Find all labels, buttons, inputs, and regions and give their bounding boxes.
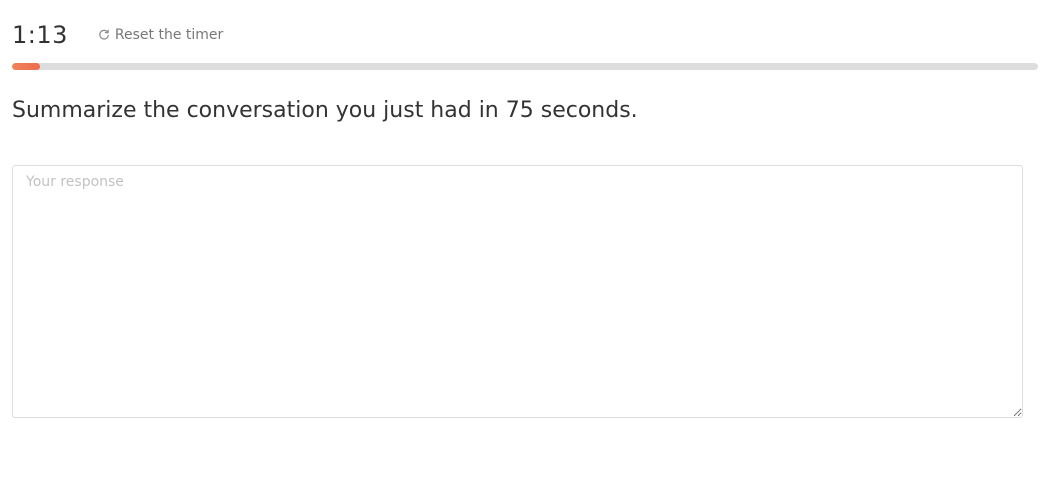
reset-timer-button[interactable]: Reset the timer: [98, 27, 223, 43]
reset-timer-label: Reset the timer: [114, 27, 224, 43]
page: 1:13 Reset the timer Summarize the conve…: [0, 0, 1045, 477]
countdown-timer: 1:13: [12, 21, 68, 49]
response-textarea[interactable]: [12, 165, 1023, 418]
timer-progress-track: [12, 63, 1038, 70]
question-prompt: Summarize the conversation you just had …: [12, 98, 638, 123]
timer-progress-fill: [12, 63, 40, 70]
timer-bar: 1:13 Reset the timer: [12, 18, 223, 52]
refresh-icon: [98, 29, 110, 41]
